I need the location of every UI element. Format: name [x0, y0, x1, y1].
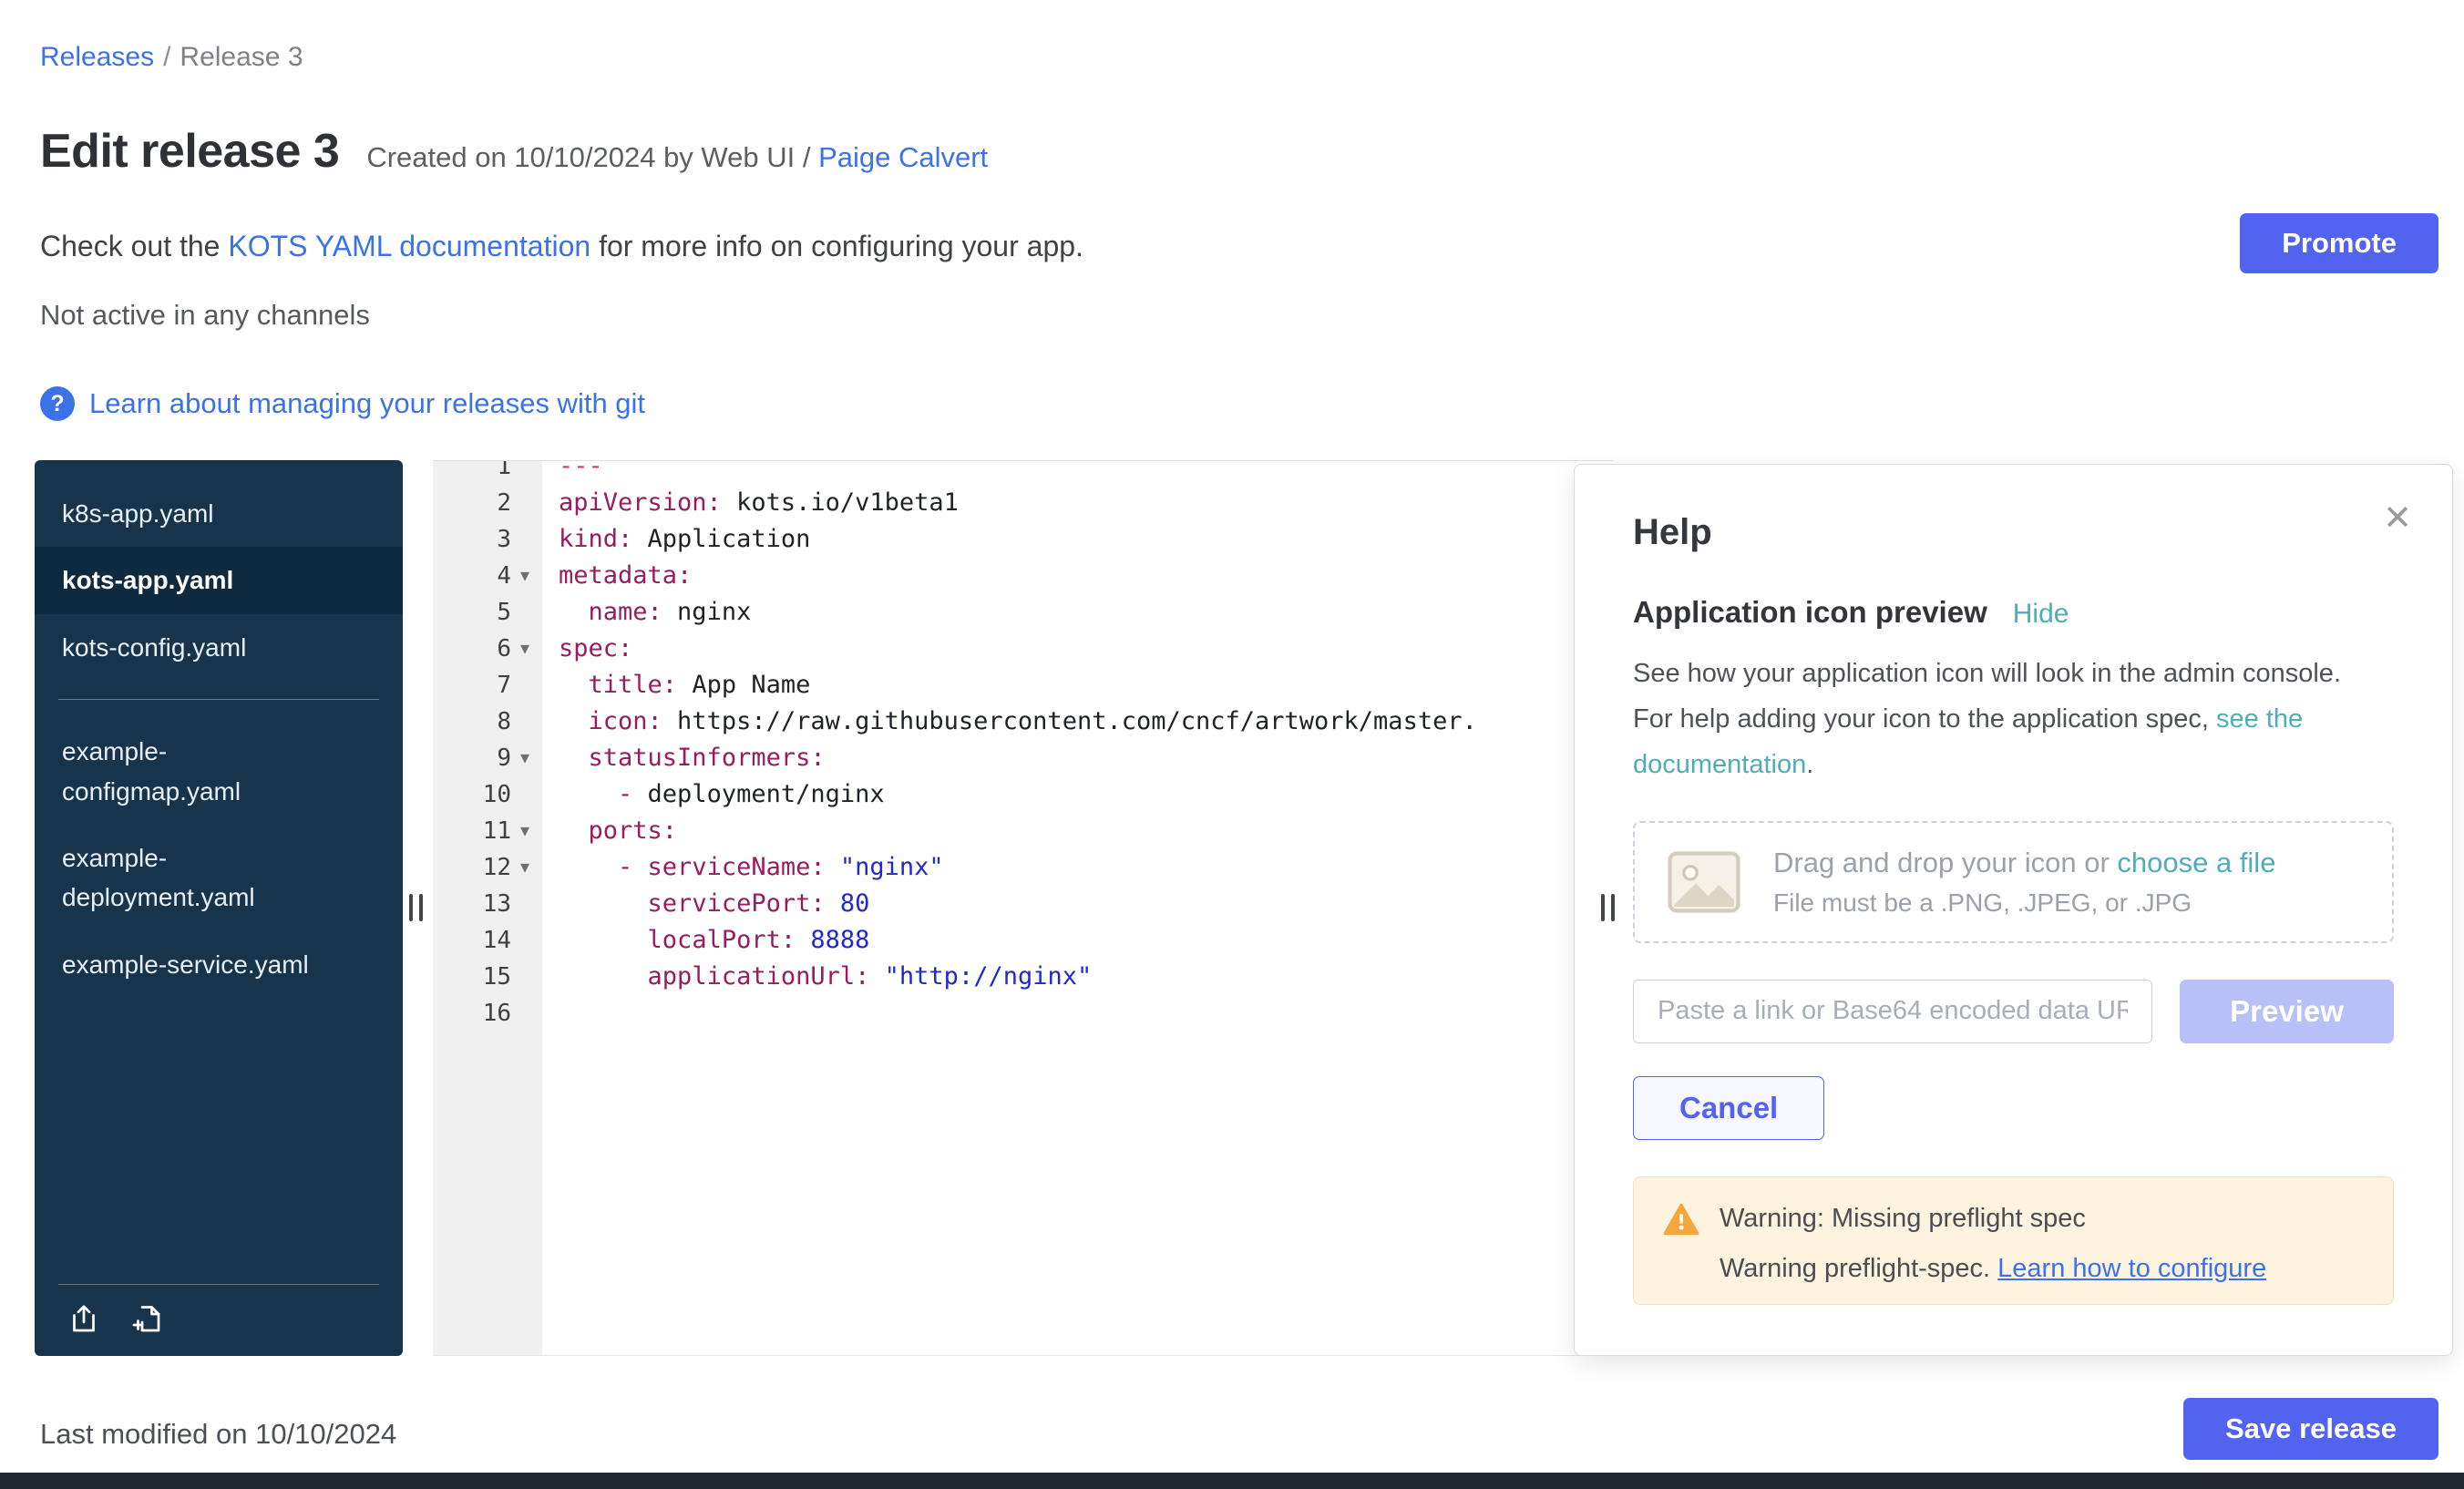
add-file-icon[interactable]: [131, 1303, 164, 1336]
bottom-bar: [0, 1473, 2464, 1489]
code-line[interactable]: 13 servicePort: 80: [433, 886, 1614, 922]
code-line[interactable]: 14 localPort: 8888: [433, 922, 1614, 959]
git-help-link[interactable]: Learn about managing your releases with …: [89, 387, 645, 420]
code-line[interactable]: 6▾spec:: [433, 631, 1614, 667]
doc-hint-prefix: Check out the: [40, 230, 228, 262]
icon-url-row: Preview: [1633, 980, 2394, 1043]
dropzone-text: Drag and drop your icon or choose a file…: [1773, 847, 2275, 918]
code-line[interactable]: 7 title: App Name: [433, 667, 1614, 703]
image-placeholder-icon: [1666, 849, 1742, 915]
dropzone-main-text: Drag and drop your icon or: [1773, 847, 2117, 878]
icon-preview-title: Application icon preview: [1633, 595, 1987, 630]
line-number: 7: [433, 667, 542, 703]
breadcrumb-current: Release 3: [180, 42, 303, 72]
help-panel: ✕ Help Application icon preview Hide See…: [1574, 464, 2453, 1356]
upload-file-icon[interactable]: [67, 1303, 100, 1336]
channel-status: Not active in any channels: [40, 299, 370, 332]
code-line[interactable]: 3kind: Application: [433, 521, 1614, 558]
line-number: 15: [433, 959, 542, 995]
code-line[interactable]: 1---: [433, 460, 1614, 485]
breadcrumb: Releases / Release 3: [40, 42, 303, 73]
fold-icon[interactable]: ▾: [511, 849, 539, 886]
fold-icon[interactable]: ▾: [511, 631, 539, 667]
file-tree-item[interactable]: kots-config.yaml: [35, 614, 403, 681]
promote-button[interactable]: Promote: [2240, 213, 2438, 273]
kots-yaml-doc-link[interactable]: KOTS YAML documentation: [228, 230, 590, 262]
learn-configure-link[interactable]: Learn how to configure: [1997, 1254, 2266, 1283]
warning-detail-text: Warning preflight-spec.: [1720, 1254, 1997, 1283]
doc-hint: Check out the KOTS YAML documentation fo…: [40, 230, 1083, 263]
line-number: 3: [433, 521, 542, 558]
file-tree-item[interactable]: k8s-app.yaml: [35, 480, 403, 547]
file-tree-item[interactable]: example-deployment.yaml: [35, 825, 403, 931]
warning-detail: Warning preflight-spec. Learn how to con…: [1720, 1254, 2364, 1284]
code-line[interactable]: 4▾metadata:: [433, 558, 1614, 594]
icon-dropzone[interactable]: Drag and drop your icon or choose a file…: [1633, 821, 2394, 943]
warning-icon: [1663, 1203, 1699, 1236]
close-icon[interactable]: ✕: [2383, 501, 2412, 536]
code-line[interactable]: 8 icon: https://raw.githubusercontent.co…: [433, 703, 1614, 740]
code-line[interactable]: 5 name: nginx: [433, 594, 1614, 631]
cancel-button[interactable]: Cancel: [1633, 1076, 1824, 1140]
resize-handle-right[interactable]: [1601, 894, 1615, 921]
created-info: Created on 10/10/2024 by Web UI / Paige …: [366, 141, 988, 174]
line-number: 8: [433, 703, 542, 740]
file-tree-item[interactable]: kots-app.yaml: [35, 547, 403, 613]
git-help-row: ? Learn about managing your releases wit…: [40, 386, 645, 421]
file-tree-divider: [58, 699, 379, 700]
line-number: 14: [433, 922, 542, 959]
line-number: 6▾: [433, 631, 542, 667]
code-editor[interactable]: 1---2apiVersion: kots.io/v1beta13kind: A…: [433, 460, 1614, 1356]
preview-button[interactable]: Preview: [2180, 980, 2394, 1043]
code-line[interactable]: 10 - deployment/nginx: [433, 776, 1614, 813]
line-number: 10: [433, 776, 542, 813]
line-number: 16: [433, 995, 542, 1032]
hide-link[interactable]: Hide: [2013, 599, 2069, 630]
code-line[interactable]: 11▾ ports:: [433, 813, 1614, 849]
code-line[interactable]: 9▾ statusInformers:: [433, 740, 1614, 776]
choose-file-link[interactable]: choose a file: [2117, 847, 2275, 878]
file-tree: k8s-app.yamlkots-app.yamlkots-config.yam…: [35, 460, 403, 1356]
doc-hint-suffix: for more info on configuring your app.: [590, 230, 1083, 262]
fold-icon[interactable]: ▾: [511, 558, 539, 594]
line-number: 5: [433, 594, 542, 631]
page: Releases / Release 3 Edit release 3 Create…: [0, 0, 2464, 1489]
header: Edit release 3 Created on 10/10/2024 by …: [40, 124, 988, 179]
file-tree-item[interactable]: example-configmap.yaml: [35, 718, 403, 825]
icon-preview-description: See how your application icon will look …: [1633, 652, 2362, 788]
save-release-button[interactable]: Save release: [2183, 1398, 2438, 1460]
file-tree-item[interactable]: example-service.yaml: [35, 931, 403, 998]
line-number: 4▾: [433, 558, 542, 594]
author-link[interactable]: Paige Calvert: [818, 141, 988, 173]
line-number: 12▾: [433, 849, 542, 886]
question-icon: ?: [40, 386, 75, 421]
breadcrumb-releases-link[interactable]: Releases: [40, 42, 154, 72]
icon-preview-header: Application icon preview Hide: [1633, 595, 2394, 630]
line-number: 9▾: [433, 740, 542, 776]
resize-handle-left[interactable]: [409, 894, 423, 921]
warning-box: Warning: Missing preflight spec Warning …: [1633, 1176, 2394, 1305]
dropzone-file-rule: File must be a .PNG, .JPEG, or .JPG: [1773, 888, 2275, 918]
file-tree-footer: [58, 1284, 379, 1341]
breadcrumb-separator: /: [163, 42, 170, 72]
last-modified-text: Last modified on 10/10/2024: [40, 1418, 396, 1451]
icon-url-input[interactable]: [1633, 980, 2152, 1043]
description-suffix: .: [1806, 750, 1813, 779]
created-text: Created on 10/10/2024 by Web UI /: [366, 141, 810, 173]
line-number: 2: [433, 485, 542, 521]
fold-icon[interactable]: ▾: [511, 813, 539, 849]
code-line[interactable]: 16: [433, 995, 1614, 1032]
code-line[interactable]: 12▾ - serviceName: "nginx": [433, 849, 1614, 886]
help-title: Help: [1633, 512, 2394, 553]
fold-icon[interactable]: ▾: [511, 740, 539, 776]
line-number: 11▾: [433, 813, 542, 849]
warning-title: Warning: Missing preflight spec: [1720, 1204, 2086, 1234]
page-title: Edit release 3: [40, 124, 339, 179]
code-line[interactable]: 15 applicationUrl: "http://nginx": [433, 959, 1614, 995]
line-number: 13: [433, 886, 542, 922]
code-line[interactable]: 2apiVersion: kots.io/v1beta1: [433, 485, 1614, 521]
line-number: 1: [433, 460, 542, 485]
